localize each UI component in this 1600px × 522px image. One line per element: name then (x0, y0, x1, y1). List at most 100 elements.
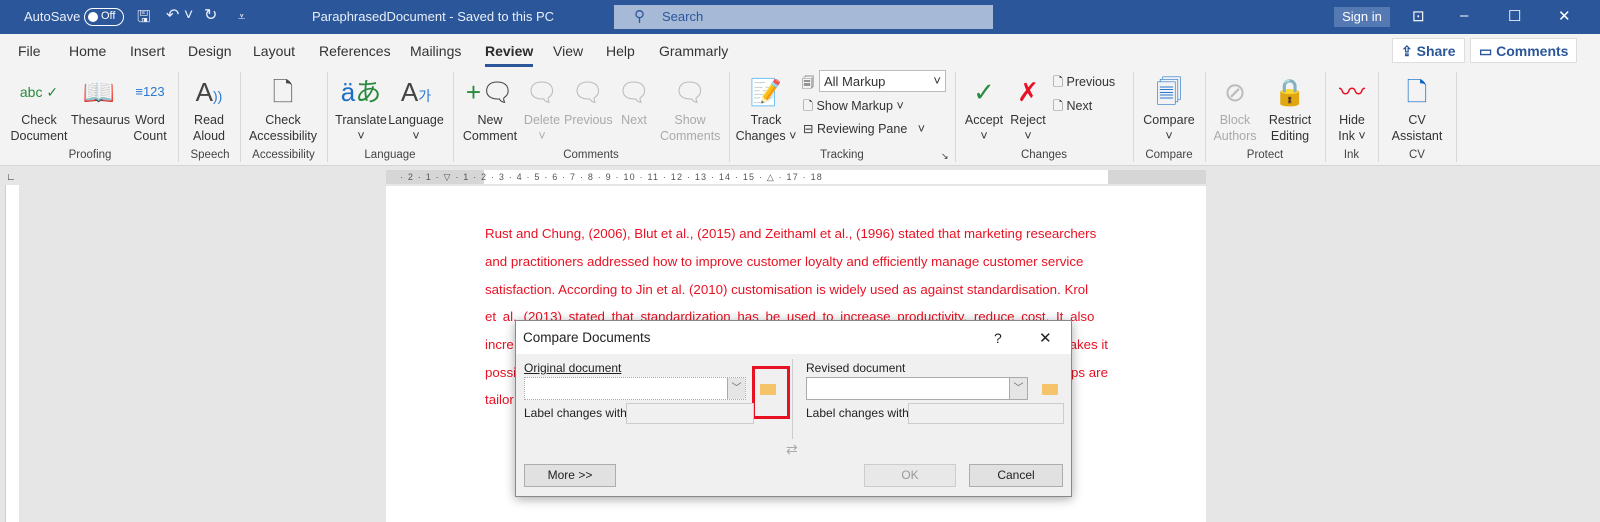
group-comments: Comments (563, 149, 619, 161)
close-icon[interactable]: ✕ (1558, 7, 1571, 25)
track-changes-button[interactable]: 📝 Track Changes ˅ (734, 72, 798, 144)
language-button[interactable]: A가 Language ˅ (388, 72, 444, 144)
tab-design[interactable]: Design (188, 43, 232, 59)
check-document-button[interactable]: abc ✓ Check Document (8, 72, 70, 144)
chevron-down-icon[interactable]: ﹀ (727, 378, 745, 399)
label: Delete (523, 113, 561, 127)
translate-button[interactable]: äあ Translate ˅ (334, 72, 388, 144)
tab-references[interactable]: References (319, 43, 391, 59)
word-count-icon: ≡123 (135, 84, 165, 99)
tab-review[interactable]: Review (485, 43, 534, 67)
tab-help[interactable]: Help (606, 43, 635, 59)
comments-button[interactable]: ▭ Comments (1470, 38, 1578, 63)
swap-documents-icon[interactable]: ⇄ (786, 441, 798, 458)
show-markup-button[interactable]: 🗋 Show Markup ˅ (803, 97, 904, 118)
autosave-toggle[interactable]: Off (84, 8, 124, 26)
tab-selector-icon[interactable]: ∟ (6, 172, 16, 183)
restrict-editing-button[interactable]: 🔒 Restrict Editing (1264, 72, 1316, 144)
previous-change-icon: 🗋 (1053, 75, 1067, 89)
minimize-icon[interactable]: – (1460, 7, 1468, 24)
next-comment-button[interactable]: 🗨 Next (614, 72, 654, 128)
label: Compare (1143, 113, 1195, 127)
hide-ink-button[interactable]: 〰 Hide Ink ˅ (1332, 72, 1372, 144)
tab-home[interactable]: Home (69, 43, 106, 59)
label: Word Count (133, 113, 167, 143)
revised-label-changes-label: Label changes with (806, 406, 909, 420)
block-authors-button[interactable]: ⊘ Block Authors (1210, 72, 1260, 144)
menu-tabs: File Home Insert Design Layout Reference… (0, 34, 1600, 68)
reject-button[interactable]: ✗ Reject ˅ (1008, 72, 1048, 144)
compare-icon: 🗐 (1156, 77, 1182, 107)
label: New Comment (462, 113, 518, 143)
ribbon-display-icon[interactable]: ⊡ (1412, 7, 1425, 25)
horizontal-ruler[interactable]: · 2 · 1 · ▽ · 1 · 2 · 3 · 4 · 5 · 6 · 7 … (386, 170, 1206, 184)
label: Next (1066, 99, 1093, 113)
display-for-review-icon: 🗐 (802, 76, 815, 90)
browse-revised-folder-icon[interactable] (1042, 384, 1058, 395)
sign-in-button[interactable]: Sign in (1334, 7, 1390, 27)
text-line: Rust and Chung, (2006), Blut et al., (20… (485, 226, 1097, 241)
vertical-ruler[interactable] (5, 185, 19, 522)
redo-icon[interactable]: ↻ (204, 5, 217, 25)
label: Reject (1010, 113, 1046, 127)
previous-comment-icon: 🗨 (571, 77, 605, 107)
ruler-ticks: · 2 · 1 · ▽ · 1 · 2 · 3 · 4 · 5 · 6 · 7 … (400, 172, 823, 182)
close-button[interactable]: ✕ (1039, 329, 1052, 347)
tab-grammarly[interactable]: Grammarly (659, 43, 728, 59)
new-comment-button[interactable]: +🗨 New Comment (460, 72, 520, 144)
next-change-button[interactable]: 🗋 Next (1053, 97, 1092, 118)
tab-insert[interactable]: Insert (130, 43, 165, 59)
group-changes: Changes (1020, 149, 1068, 161)
search-placeholder: Search (662, 9, 704, 24)
show-comments-button[interactable]: 🗨 Show Comments (660, 72, 720, 144)
check-accessibility-button[interactable]: 🗋 Check Accessibility (246, 72, 320, 144)
tab-mailings[interactable]: Mailings (410, 43, 461, 59)
compare-button[interactable]: 🗐 Compare ˅ (1138, 72, 1200, 144)
cancel-button[interactable]: Cancel (969, 464, 1063, 487)
maximize-icon[interactable]: ☐ (1508, 7, 1521, 25)
original-document-label: Original document (524, 361, 622, 375)
word-count-button[interactable]: ≡123 Word Count (130, 72, 170, 144)
label: Show Markup (816, 99, 893, 113)
markup-dropdown[interactable]: All Markup ˅ (819, 70, 946, 92)
group-ink: Ink (1343, 149, 1360, 161)
thesaurus-button[interactable]: 📖 Thesaurus (71, 72, 131, 128)
original-label-changes-input[interactable] (626, 403, 754, 424)
search-icon: ⚲ (634, 8, 645, 25)
delete-comment-button[interactable]: 🗨 Delete ˅ (520, 72, 564, 144)
undo-icon[interactable]: ↶ ˅ (166, 5, 193, 25)
reviewing-pane-button[interactable]: ⊟ Reviewing Pane ˅ (803, 121, 925, 136)
comment-icon: ▭ (1479, 43, 1497, 59)
label: Restrict Editing (1268, 113, 1312, 143)
revised-label-changes-input[interactable] (908, 403, 1064, 424)
customize-toolbar-icon[interactable]: ⩡ (238, 9, 245, 25)
document-title[interactable]: ParaphrasedDocument - Saved to this PC (312, 9, 554, 24)
tab-view[interactable]: View (553, 43, 583, 59)
more-button[interactable]: More >> (524, 464, 616, 487)
previous-comment-button[interactable]: 🗨 Previous (564, 72, 613, 128)
search-box[interactable]: ⚲ Search (614, 5, 993, 29)
label: Thesaurus (71, 113, 131, 127)
spellcheck-icon: abc ✓ (19, 84, 59, 100)
read-aloud-button[interactable]: A)) Read Aloud (186, 72, 232, 144)
show-comments-icon: 🗨 (673, 77, 707, 107)
compare-documents-dialog: Compare Documents ? ✕ Original document … (515, 320, 1072, 497)
help-button[interactable]: ? (994, 330, 1002, 346)
tab-layout[interactable]: Layout (253, 43, 295, 59)
save-icon[interactable]: 🖫 (137, 6, 151, 33)
share-button[interactable]: ⇪ Share (1392, 38, 1465, 63)
original-document-combo[interactable]: ﹀ (524, 377, 746, 400)
group-protect: Protect (1246, 149, 1284, 161)
ok-button[interactable]: OK (864, 464, 956, 487)
chevron-down-icon[interactable]: ﹀ (1009, 378, 1027, 399)
autosave-label: AutoSave (24, 9, 81, 24)
previous-change-button[interactable]: 🗋 Previous (1053, 73, 1115, 94)
group-tracking: Tracking (820, 149, 864, 161)
label: Accept (964, 113, 1004, 127)
label: Hide Ink (1338, 113, 1365, 143)
cv-assistant-button[interactable]: 🗋 CV Assistant (1384, 72, 1450, 144)
book-icon: 📖 (82, 77, 116, 107)
revised-document-combo[interactable]: ﹀ (806, 377, 1028, 400)
accept-button[interactable]: ✓ Accept ˅ (960, 72, 1008, 144)
tab-file[interactable]: File (18, 43, 41, 59)
